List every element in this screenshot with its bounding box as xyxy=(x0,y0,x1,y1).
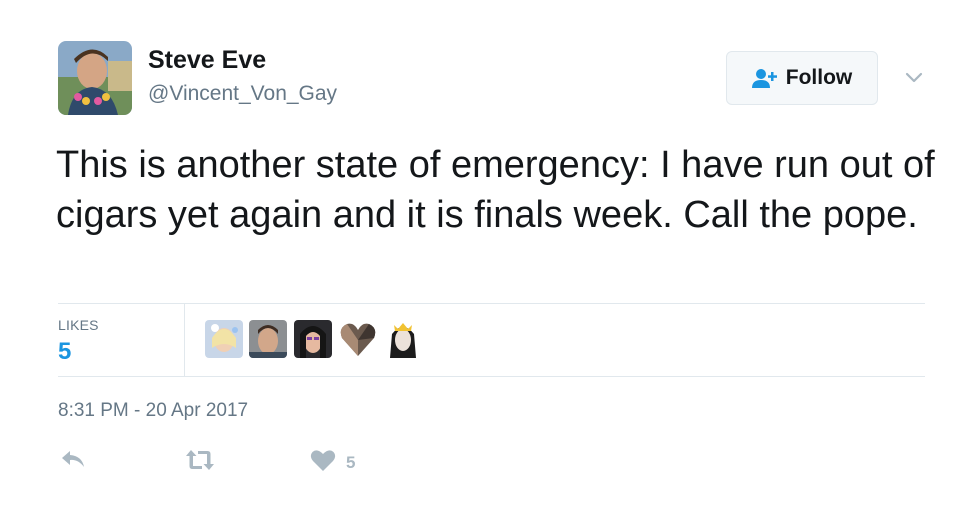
tweet-timestamp[interactable]: 8:31 PM - 20 Apr 2017 xyxy=(58,400,248,422)
tweet-text: This is another state of emergency: I ha… xyxy=(56,144,935,236)
stats-bottom-divider xyxy=(58,376,925,377)
likes-label: LIKES xyxy=(58,317,99,333)
like-button[interactable]: 5 xyxy=(310,448,355,477)
reply-button[interactable] xyxy=(60,448,86,475)
avatar[interactable] xyxy=(58,41,132,115)
reply-icon xyxy=(60,448,86,475)
user-handle[interactable]: @Vincent_Von_Gay xyxy=(148,82,337,106)
liker-avatar[interactable] xyxy=(294,320,332,358)
follow-button[interactable]: Follow xyxy=(726,51,878,105)
retweet-icon xyxy=(185,448,215,477)
liker-avatar[interactable] xyxy=(205,320,243,358)
like-count: 5 xyxy=(346,452,356,472)
follow-person-plus-icon xyxy=(751,68,778,88)
liker-avatar[interactable] xyxy=(249,320,287,358)
follow-button-label: Follow xyxy=(785,66,853,89)
display-name[interactable]: Steve Eve xyxy=(148,46,266,75)
avatar-image xyxy=(58,41,132,115)
liker-avatar[interactable] xyxy=(339,320,377,358)
stats-vertical-divider xyxy=(184,304,185,376)
heart-icon xyxy=(310,448,336,477)
stats-top-divider xyxy=(58,303,925,304)
retweet-button[interactable] xyxy=(185,448,215,477)
chevron-down-icon[interactable] xyxy=(903,66,925,88)
likes-count[interactable]: 5 xyxy=(58,338,71,366)
liker-avatar[interactable] xyxy=(384,320,422,358)
